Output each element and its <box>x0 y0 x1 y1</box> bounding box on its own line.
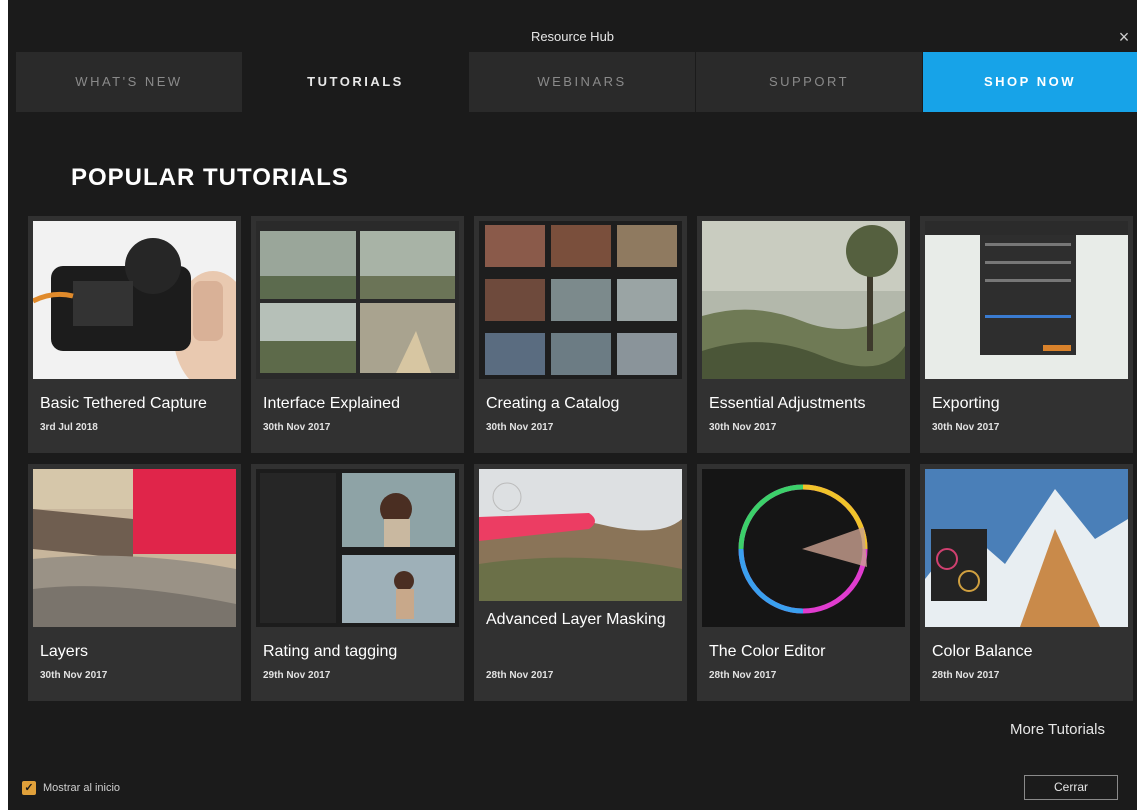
tutorial-card-exporting[interactable]: Exporting 30th Nov 2017 <box>920 216 1133 453</box>
tutorial-title: Layers <box>40 643 89 660</box>
tutorial-grid: Basic Tethered Capture 3rd Jul 2018 Inte… <box>28 216 1133 701</box>
close-button[interactable]: Cerrar <box>1024 775 1118 800</box>
tutorial-date: 3rd Jul 2018 <box>40 422 98 433</box>
tutorial-card-interface-explained[interactable]: Interface Explained 30th Nov 2017 <box>251 216 464 453</box>
tutorial-card-color-balance[interactable]: Color Balance 28th Nov 2017 <box>920 464 1133 701</box>
tutorial-date: 28th Nov 2017 <box>486 670 554 681</box>
color-wheel-thumbnail <box>702 469 905 627</box>
tutorial-date: 30th Nov 2017 <box>709 422 777 433</box>
mask-hills-thumbnail <box>479 469 682 601</box>
export-dialog-thumbnail <box>925 221 1128 379</box>
camera-thumbnail <box>33 221 236 379</box>
tutorial-title: Exporting <box>932 395 1000 412</box>
tutorial-card-creating-a-catalog[interactable]: Creating a Catalog 30th Nov 2017 <box>474 216 687 453</box>
tutorial-title: Interface Explained <box>263 395 400 412</box>
tutorial-title: The Color Editor <box>709 643 826 660</box>
desert-layers-thumbnail <box>33 469 236 627</box>
tutorial-card-layers[interactable]: Layers 30th Nov 2017 <box>28 464 241 701</box>
landscape-grid-thumbnail <box>256 221 459 379</box>
tab-shop-now[interactable]: SHOP NOW <box>923 52 1137 112</box>
window-title: Resource Hub <box>530 29 615 44</box>
resource-hub-window: Resource Hub × WHAT'S NEW TUTORIALS WEBI… <box>8 0 1137 810</box>
tutorial-card-the-color-editor[interactable]: The Color Editor 28th Nov 2017 <box>697 464 910 701</box>
page-title: POPULAR TUTORIALS <box>71 164 349 191</box>
tab-whats-new[interactable]: WHAT'S NEW <box>16 52 243 112</box>
tab-tutorials[interactable]: TUTORIALS <box>243 52 469 112</box>
tutorial-card-rating-and-tagging[interactable]: Rating and tagging 29th Nov 2017 <box>251 464 464 701</box>
tutorial-card-essential-adjustments[interactable]: Essential Adjustments 30th Nov 2017 <box>697 216 910 453</box>
tutorial-date: 29th Nov 2017 <box>263 670 331 681</box>
close-icon[interactable]: × <box>1115 28 1133 46</box>
tutorial-title: Color Balance <box>932 643 1033 660</box>
tab-webinars[interactable]: WEBINARS <box>469 52 696 112</box>
tutorial-card-advanced-layer-masking[interactable]: Advanced Layer Masking 28th Nov 2017 <box>474 464 687 701</box>
tab-bar: WHAT'S NEW TUTORIALS WEBINARS SUPPORT SH… <box>16 52 1137 112</box>
show-on-start-label: Mostrar al inicio <box>43 782 121 794</box>
mountain-color-thumbnail <box>925 469 1128 627</box>
tutorial-title: Creating a Catalog <box>486 395 620 412</box>
tutorial-title: Advanced Layer Masking <box>486 611 666 628</box>
tab-support[interactable]: SUPPORT <box>696 52 923 112</box>
portrait-browser-thumbnail <box>256 469 459 627</box>
tutorial-date: 30th Nov 2017 <box>263 422 331 433</box>
tutorial-date: 28th Nov 2017 <box>932 670 1000 681</box>
tutorial-card-basic-tethered-capture[interactable]: Basic Tethered Capture 3rd Jul 2018 <box>28 216 241 453</box>
tutorial-title: Basic Tethered Capture <box>40 395 207 412</box>
tutorial-date: 30th Nov 2017 <box>486 422 554 433</box>
more-tutorials-link[interactable]: More Tutorials <box>1010 721 1105 738</box>
tutorial-date: 30th Nov 2017 <box>932 422 1000 433</box>
tutorial-title: Rating and tagging <box>263 643 398 660</box>
checkmark-icon[interactable]: ✓ <box>22 781 36 795</box>
catalog-thumbnail <box>479 221 682 379</box>
tutorial-date: 28th Nov 2017 <box>709 670 777 681</box>
tutorial-date: 30th Nov 2017 <box>40 670 108 681</box>
tutorial-title: Essential Adjustments <box>709 395 866 412</box>
lake-thumbnail <box>702 221 905 379</box>
show-on-start-checkbox[interactable]: ✓ Mostrar al inicio <box>22 781 120 795</box>
